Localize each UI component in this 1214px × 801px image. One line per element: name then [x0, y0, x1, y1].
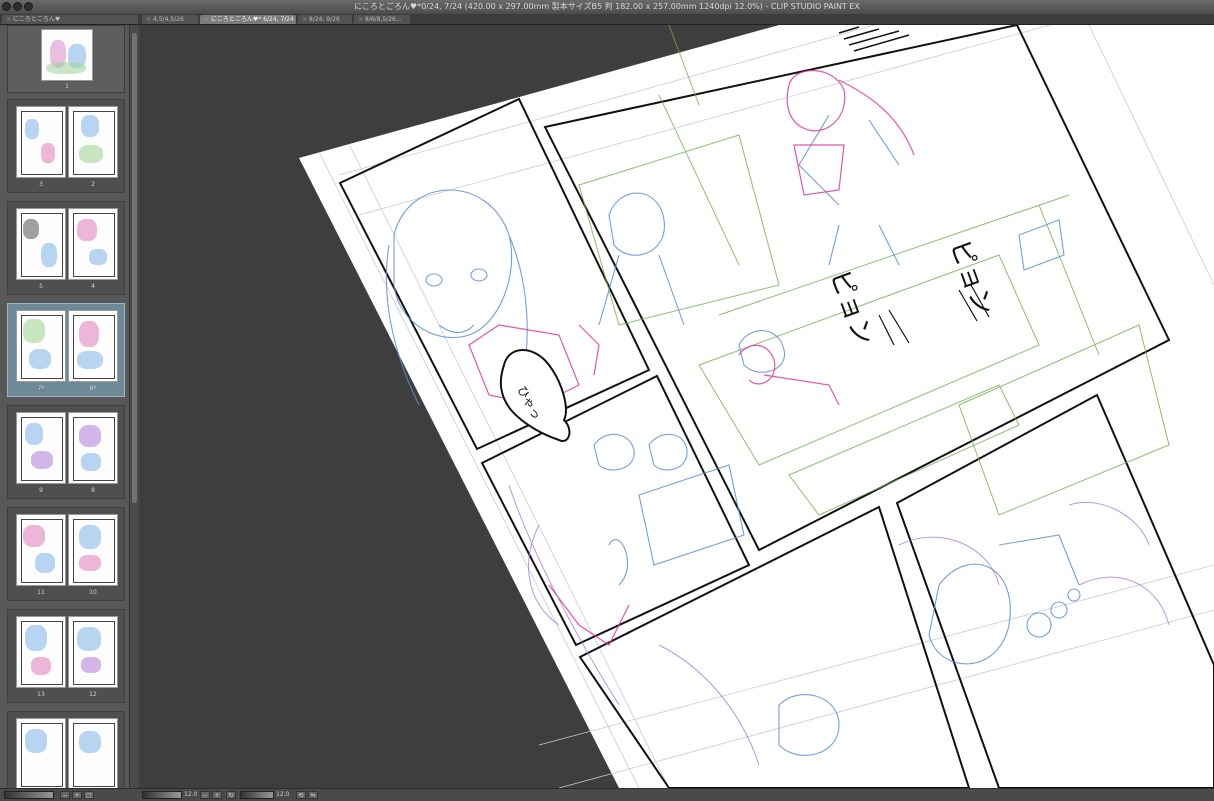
page-number: 4	[91, 283, 95, 290]
tab-label: 8/6/8,5/26...	[365, 16, 402, 23]
page-sheet-right	[68, 106, 118, 178]
canvas-area[interactable]: ひゃっ ピョン ピョン	[139, 25, 1214, 788]
page-thumbnail-4-5[interactable]: 5 4	[7, 201, 125, 295]
page-sheet-left	[16, 412, 66, 484]
rotate-slider[interactable]	[240, 791, 274, 799]
page-number: 9	[39, 487, 43, 494]
flip-button[interactable]: ⇋	[308, 791, 318, 799]
status-bar: − + □ 12.0 − + ↻ 12.0 ⟲ ⇋	[0, 788, 1214, 801]
page-sheet-right	[68, 412, 118, 484]
page-sheet-right	[68, 718, 118, 790]
page-number: 12	[89, 691, 97, 698]
window-title: にころとごろん♥*0/24, 7/24 (420.00 x 297.00mm 製…	[354, 2, 860, 11]
page-number: 10	[89, 589, 97, 596]
page-number: 13	[37, 691, 45, 698]
page-thumbnail-1[interactable]: 1	[7, 25, 125, 93]
page-number: 3	[39, 181, 43, 188]
close-icon[interactable]: ×	[6, 15, 11, 24]
document-tab-bar: × にころとごろん♥ × 4,5/4,5/26 × にころとごろん♥* 6/24, 7…	[0, 14, 1214, 25]
page-number: 11	[37, 589, 45, 596]
page-number: 8	[91, 487, 95, 494]
page-number: 2	[91, 181, 95, 188]
page-number: 7*	[37, 385, 45, 392]
page-thumbnail-10-11[interactable]: 11 10	[7, 507, 125, 601]
tab-label: にころとごろん♥	[13, 16, 61, 23]
manga-page-canvas[interactable]: ひゃっ ピョン ピョン	[139, 25, 1214, 788]
close-icon[interactable]: ×	[204, 15, 209, 24]
tab-label: にころとごろん♥* 6/24, 7/24	[211, 16, 294, 23]
page-sheet	[41, 29, 93, 81]
page-thumbnail-14-15[interactable]	[7, 711, 125, 791]
zoom-slider-left[interactable]	[4, 791, 54, 799]
tab-pages-extra[interactable]: × 8/6/8,5/26...	[354, 15, 410, 24]
rotation-value[interactable]: 12.0	[276, 791, 289, 799]
page-number: 6*	[89, 385, 97, 392]
page-thumbnail-12-13[interactable]: 13 12	[7, 609, 125, 703]
page-sheet-left	[16, 514, 66, 586]
page-sheet-left	[16, 208, 66, 280]
zoom-out-button[interactable]: −	[60, 791, 70, 799]
tab-page-manager[interactable]: × にころとごろん♥	[2, 15, 138, 24]
page-sheet-left	[16, 310, 66, 382]
page-thumbnail-2-3[interactable]: 3 2	[7, 99, 125, 193]
zoom-out-button-2[interactable]: −	[200, 791, 210, 799]
page-panel-scrollbar[interactable]	[129, 25, 139, 788]
zoom-in-button-2[interactable]: +	[212, 791, 222, 799]
page-sheet-right	[68, 208, 118, 280]
page-number: 5	[39, 283, 43, 290]
zoom-level[interactable]: 12.0	[184, 791, 197, 799]
rotate-button[interactable]: ↻	[226, 791, 236, 799]
fit-page-button[interactable]: □	[84, 791, 94, 799]
page-manager-panel: 1 3 2 5 4 7* 6* 9 8 11 10 13 12	[0, 25, 139, 791]
tab-pages-4-5[interactable]: × 4,5/4,5/26	[142, 15, 198, 24]
close-icon[interactable]: ×	[358, 15, 363, 24]
scrollbar-thumb[interactable]	[132, 33, 137, 503]
close-icon[interactable]: ×	[302, 15, 307, 24]
page-number: 1	[65, 83, 69, 90]
page-sheet-right	[68, 310, 118, 382]
tab-pages-6-7[interactable]: × にころとごろん♥* 6/24, 7/24	[200, 15, 296, 24]
tab-pages-8-9[interactable]: × 8/24, 9/26	[298, 15, 352, 24]
page-sheet-left	[16, 718, 66, 790]
page-sheet-right	[68, 616, 118, 688]
page-thumbnail-8-9[interactable]: 9 8	[7, 405, 125, 499]
title-bar: にころとごろん♥*0/24, 7/24 (420.00 x 297.00mm 製…	[0, 0, 1214, 15]
tab-label: 8/24, 9/26	[309, 16, 340, 23]
zoom-in-button[interactable]: +	[72, 791, 82, 799]
reset-rotation-button[interactable]: ⟲	[296, 791, 306, 799]
page-sheet-left	[16, 106, 66, 178]
zoom-slider[interactable]	[142, 791, 182, 799]
close-icon[interactable]: ×	[146, 15, 151, 24]
tab-label: 4,5/4,5/26	[153, 16, 184, 23]
page-sheet-left	[16, 616, 66, 688]
page-sheet-right	[68, 514, 118, 586]
page-thumbnail-6-7[interactable]: 7* 6*	[7, 303, 125, 397]
